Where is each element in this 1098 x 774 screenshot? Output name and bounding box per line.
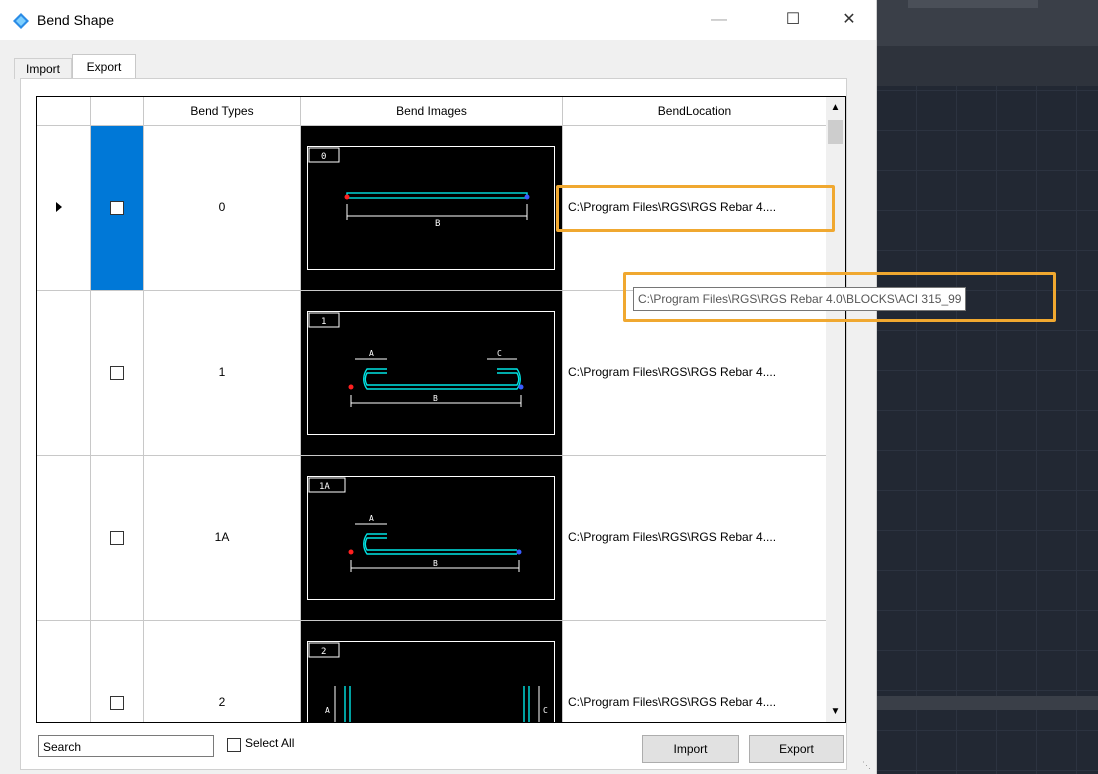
bend-type-cell: 1A xyxy=(144,456,301,620)
bend-shape-1-dim-c: C xyxy=(497,349,502,358)
bend-shape-1-label: 1 xyxy=(321,317,326,327)
table-row[interactable]: 2 2 A C C:\Program Files\RGS\RGS Rebar 4… xyxy=(37,621,827,722)
bend-shape-dialog: Bend Shape — ☐ ✕ Import Export Bend Type… xyxy=(0,0,1056,774)
bend-location-cell[interactable]: C:\Program Files\RGS\RGS Rebar 4.... xyxy=(563,621,827,722)
bend-location-cell[interactable]: C:\Program Files\RGS\RGS Rebar 4.... xyxy=(563,456,827,620)
bend-image-cell: 1A A B xyxy=(301,456,563,620)
bend-location: C:\Program Files\RGS\RGS Rebar 4.... xyxy=(568,365,777,379)
bend-location: C:\Program Files\RGS\RGS Rebar 4.... xyxy=(568,530,777,544)
header-row-selector xyxy=(37,97,91,125)
search-input[interactable]: Search xyxy=(38,735,214,757)
row-selector[interactable] xyxy=(37,621,91,722)
bend-shape-2-label: 2 xyxy=(321,647,326,657)
cad-toolbar xyxy=(876,46,1098,86)
bend-shape-1-image: 1 A C B xyxy=(307,311,555,435)
bend-shape-1a-image: 1A A B xyxy=(307,476,555,600)
cad-status-strip xyxy=(876,696,1098,710)
bend-shape-1-dim-b: B xyxy=(433,394,438,403)
select-all-checkbox[interactable] xyxy=(227,738,241,752)
resize-grip-icon[interactable]: ⋱ xyxy=(862,760,874,772)
bend-type: 1A xyxy=(214,530,230,544)
row-checkbox[interactable] xyxy=(110,696,124,710)
header-check xyxy=(91,97,144,125)
row-checkbox-cell[interactable] xyxy=(91,291,144,455)
app-icon xyxy=(13,13,29,29)
import-button[interactable]: Import xyxy=(642,735,739,763)
cad-ribbon xyxy=(876,0,1098,46)
bend-shape-0-image: 0 B xyxy=(307,146,555,270)
table-row[interactable]: 1A 1A A B C:\Program Files\RGS\RGS Rebar… xyxy=(37,456,827,621)
select-all-label[interactable]: Select All xyxy=(245,736,294,750)
location-highlight xyxy=(556,185,835,232)
header-bend-types[interactable]: Bend Types xyxy=(144,97,301,125)
header-bend-location[interactable]: BendLocation xyxy=(563,97,827,125)
scroll-thumb[interactable] xyxy=(828,120,843,144)
bend-shape-2-dim-a: A xyxy=(325,706,330,715)
bend-type: 1 xyxy=(218,365,226,379)
grid-header: Bend Types Bend Images BendLocation xyxy=(37,97,827,126)
bend-type: 0 xyxy=(218,200,226,214)
maximize-button[interactable]: ☐ xyxy=(770,0,816,40)
bend-type-cell: 2 xyxy=(144,621,301,722)
bend-image-cell: 2 A C xyxy=(301,621,563,722)
bend-shape-1a-label: 1A xyxy=(319,482,330,492)
row-checkbox-cell[interactable] xyxy=(91,621,144,722)
bend-shape-1a-dim-b: B xyxy=(433,559,438,568)
row-selector[interactable] xyxy=(37,456,91,620)
bend-shape-1a-dim-a: A xyxy=(369,514,374,523)
bend-shape-0-label: 0 xyxy=(321,152,326,162)
title-bar: Bend Shape — ☐ ✕ xyxy=(0,0,876,40)
bend-type: 2 xyxy=(218,695,226,709)
row-checkbox-cell[interactable] xyxy=(91,456,144,620)
row-checkbox[interactable] xyxy=(110,531,124,545)
bend-type-cell: 0 xyxy=(144,126,301,290)
bend-location: C:\Program Files\RGS\RGS Rebar 4.... xyxy=(568,695,777,709)
bend-shape-2-dim-c: C xyxy=(543,706,548,715)
chevron-up-icon[interactable]: ▲ xyxy=(826,99,845,116)
bend-shape-0-dim-b: B xyxy=(435,219,440,229)
location-tooltip: C:\Program Files\RGS\RGS Rebar 4.0\BLOCK… xyxy=(633,287,967,311)
triangle-right-icon xyxy=(56,202,62,212)
bend-image-cell: 1 A C B xyxy=(301,291,563,455)
bend-type-cell: 1 xyxy=(144,291,301,455)
tab-export[interactable]: Export xyxy=(72,54,136,79)
row-checkbox[interactable] xyxy=(110,366,124,380)
tab-import[interactable]: Import xyxy=(14,58,72,79)
bend-shape-2-image: 2 A C xyxy=(307,641,555,722)
header-bend-images[interactable]: Bend Images xyxy=(301,97,563,125)
export-button[interactable]: Export xyxy=(749,735,844,763)
row-checkbox[interactable] xyxy=(110,201,124,215)
bend-shape-1-dim-a: A xyxy=(369,349,374,358)
row-selector[interactable] xyxy=(37,291,91,455)
bend-image-cell: 0 B xyxy=(301,126,563,290)
window-title: Bend Shape xyxy=(37,12,115,28)
cad-background xyxy=(876,0,1098,774)
row-checkbox-cell[interactable] xyxy=(91,126,144,290)
minimize-button[interactable]: — xyxy=(696,0,742,40)
row-selector[interactable] xyxy=(37,126,91,290)
chevron-down-icon[interactable]: ▼ xyxy=(826,703,845,720)
cad-tab xyxy=(908,0,1038,8)
close-button[interactable]: ✕ xyxy=(826,0,872,40)
